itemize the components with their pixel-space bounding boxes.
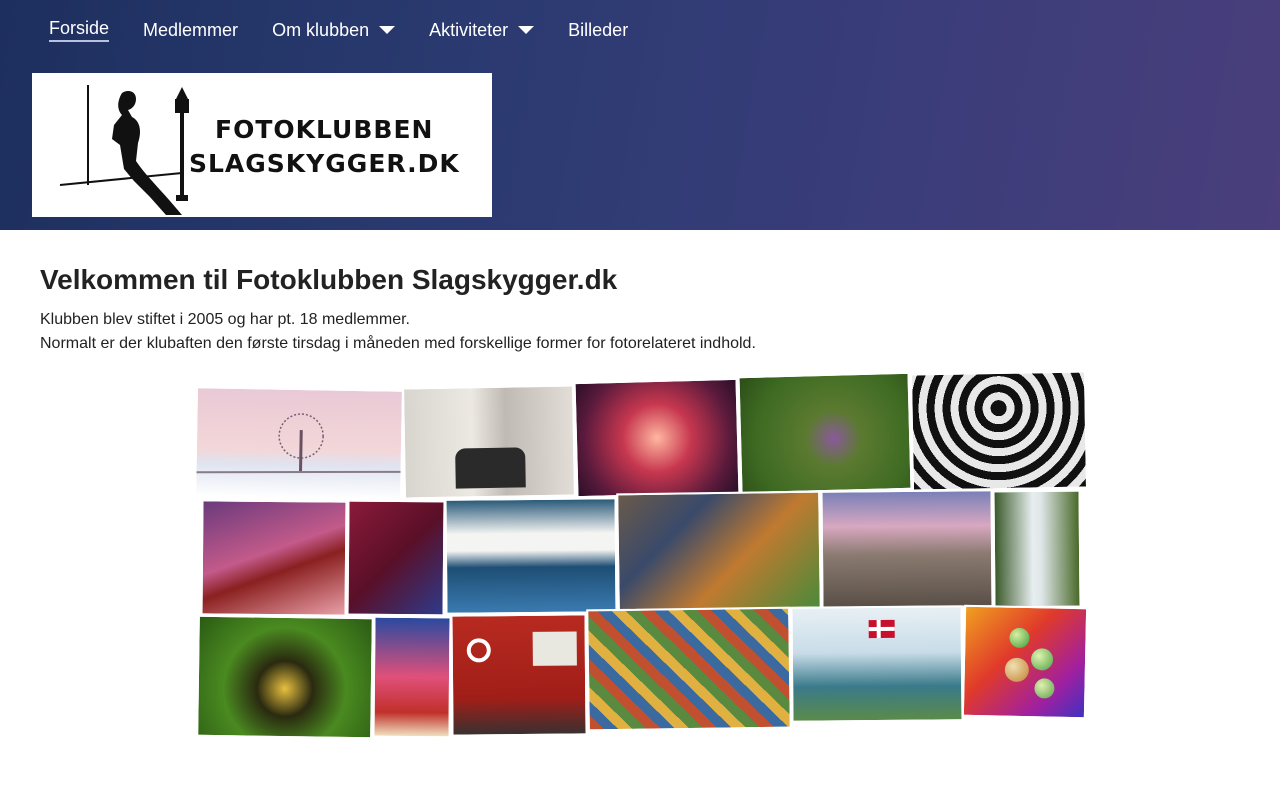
nav-label-billeder: Billeder [568,19,629,40]
nav-label-aktiviteter: Aktiviteter [429,19,509,40]
intro-paragraph-1: Klubben blev stiftet i 2005 og har pt. 1… [40,311,410,328]
dunes-photo [820,489,994,609]
nav-label-om-klubben: Om klubben [272,19,370,40]
chevron-down-icon [379,26,396,34]
market-vendor-photo [616,490,822,612]
pasque-flower-photo [737,371,913,495]
singer-photo [346,499,446,617]
red-bridge-photo [200,499,348,617]
color-bubbles-photo [961,604,1089,720]
logo-line-1: FOTOKLUBBEN [215,115,434,144]
intro-paragraph-2: Normalt er der klubaften den første tirs… [40,335,756,352]
nav-item-om-klubben[interactable]: Om klubben [255,0,412,60]
page-title: Velkommen til Fotoklubben Slagskygger.dk [40,264,618,295]
main-nav: Forside Medlemmer Om klubben Aktiviteter… [32,0,645,60]
site-logo[interactable]: FOTOKLUBBEN SLAGSKYGGER.DK [32,73,492,217]
nav-label-medlemmer: Medlemmer [143,19,239,40]
bridge-pillars-photo [402,384,576,500]
nav-item-medlemmer[interactable]: Medlemmer [126,0,255,60]
waterfall-photo [992,489,1082,609]
nav-item-forside[interactable]: Forside [32,0,126,60]
nav-item-billeder[interactable]: Billeder [551,0,645,60]
main-content: Velkommen til Fotoklubben Slagskygger.dk… [40,260,1240,356]
chevron-down-icon [518,26,535,34]
danish-flag-coast-photo [790,605,964,723]
logo-line-2: SLAGSKYGGER.DK [189,149,460,178]
butterfly-photo [196,614,374,740]
photo-collage [194,370,1089,740]
lamppost-figure-icon [59,85,189,215]
red-house-bicycle-photo [450,613,588,737]
site-header: Forside Medlemmer Om klubben Aktiviteter… [0,0,1280,230]
painting-seller-photo [586,606,792,732]
boats-photo [444,497,618,615]
nav-item-aktiviteter[interactable]: Aktiviteter [412,0,551,60]
tree-silhouette-icon [196,413,404,474]
graffiti-photo [372,615,452,739]
winter-tree-photo [194,386,404,502]
backlit-flower-photo [573,377,741,499]
nav-label-forside: Forside [49,18,110,42]
chairs-photo [909,370,1089,492]
